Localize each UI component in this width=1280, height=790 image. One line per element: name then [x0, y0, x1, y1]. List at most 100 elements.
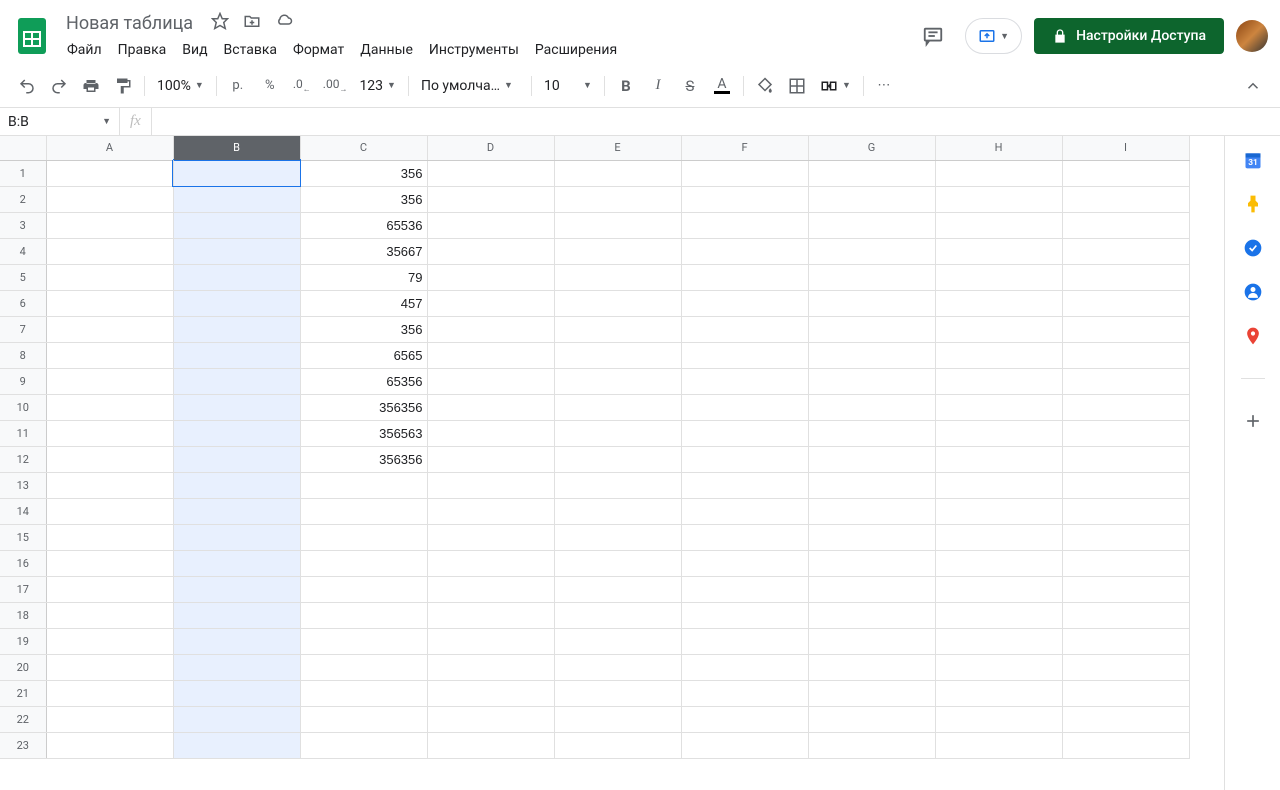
cell-D10[interactable] [427, 394, 554, 420]
cell-B12[interactable] [173, 446, 300, 472]
cell-A22[interactable] [46, 706, 173, 732]
cell-G3[interactable] [808, 212, 935, 238]
col-header-A[interactable]: A [46, 136, 173, 160]
cell-B3[interactable] [173, 212, 300, 238]
cell-E5[interactable] [554, 264, 681, 290]
cell-I13[interactable] [1062, 472, 1189, 498]
col-header-B[interactable]: B [173, 136, 300, 160]
cell-I6[interactable] [1062, 290, 1189, 316]
cell-E18[interactable] [554, 602, 681, 628]
cell-B18[interactable] [173, 602, 300, 628]
cell-I22[interactable] [1062, 706, 1189, 732]
cell-I3[interactable] [1062, 212, 1189, 238]
cell-E6[interactable] [554, 290, 681, 316]
cell-A23[interactable] [46, 732, 173, 758]
row-header-18[interactable]: 18 [0, 602, 46, 628]
cell-E16[interactable] [554, 550, 681, 576]
cell-E2[interactable] [554, 186, 681, 212]
calendar-icon[interactable]: 31 [1243, 150, 1263, 170]
cell-A1[interactable] [46, 160, 173, 186]
cell-G2[interactable] [808, 186, 935, 212]
cell-H3[interactable] [935, 212, 1062, 238]
number-format-dropdown[interactable]: 123▼ [353, 74, 402, 98]
cell-B22[interactable] [173, 706, 300, 732]
row-header-7[interactable]: 7 [0, 316, 46, 342]
cell-E4[interactable] [554, 238, 681, 264]
row-header-23[interactable]: 23 [0, 732, 46, 758]
cell-F20[interactable] [681, 654, 808, 680]
cell-A6[interactable] [46, 290, 173, 316]
cell-B21[interactable] [173, 680, 300, 706]
cell-B9[interactable] [173, 368, 300, 394]
row-header-10[interactable]: 10 [0, 394, 46, 420]
row-header-4[interactable]: 4 [0, 238, 46, 264]
font-dropdown[interactable]: По умолча…▼ [415, 74, 525, 98]
cell-G5[interactable] [808, 264, 935, 290]
cell-F6[interactable] [681, 290, 808, 316]
cell-I4[interactable] [1062, 238, 1189, 264]
cell-D4[interactable] [427, 238, 554, 264]
cell-G7[interactable] [808, 316, 935, 342]
cell-E23[interactable] [554, 732, 681, 758]
font-size-dropdown[interactable]: 10▼ [538, 74, 598, 98]
cell-E7[interactable] [554, 316, 681, 342]
cell-E19[interactable] [554, 628, 681, 654]
cell-C7[interactable]: 356 [300, 316, 427, 342]
cell-H23[interactable] [935, 732, 1062, 758]
cell-E8[interactable] [554, 342, 681, 368]
cell-I8[interactable] [1062, 342, 1189, 368]
cell-B6[interactable] [173, 290, 300, 316]
cell-G10[interactable] [808, 394, 935, 420]
cell-C18[interactable] [300, 602, 427, 628]
cell-E20[interactable] [554, 654, 681, 680]
cell-F19[interactable] [681, 628, 808, 654]
cell-C23[interactable] [300, 732, 427, 758]
more-button[interactable]: ⋯ [870, 71, 900, 101]
cell-C1[interactable]: 356 [300, 160, 427, 186]
col-header-G[interactable]: G [808, 136, 935, 160]
cell-I11[interactable] [1062, 420, 1189, 446]
cell-D22[interactable] [427, 706, 554, 732]
row-header-14[interactable]: 14 [0, 498, 46, 524]
cell-A12[interactable] [46, 446, 173, 472]
cell-E12[interactable] [554, 446, 681, 472]
cell-I2[interactable] [1062, 186, 1189, 212]
select-all-corner[interactable] [0, 136, 46, 160]
cell-B16[interactable] [173, 550, 300, 576]
cell-G23[interactable] [808, 732, 935, 758]
cell-H18[interactable] [935, 602, 1062, 628]
cell-H21[interactable] [935, 680, 1062, 706]
cell-A5[interactable] [46, 264, 173, 290]
cell-H14[interactable] [935, 498, 1062, 524]
cell-F16[interactable] [681, 550, 808, 576]
cell-C19[interactable] [300, 628, 427, 654]
cell-E22[interactable] [554, 706, 681, 732]
cell-B14[interactable] [173, 498, 300, 524]
cell-D14[interactable] [427, 498, 554, 524]
cell-B7[interactable] [173, 316, 300, 342]
cell-D16[interactable] [427, 550, 554, 576]
keep-icon[interactable] [1243, 194, 1263, 214]
comments-button[interactable] [913, 16, 953, 56]
grid[interactable]: ABCDEFGHI1356235636553643566757964577356… [0, 136, 1224, 790]
cell-I7[interactable] [1062, 316, 1189, 342]
menu-format[interactable]: Формат [286, 38, 351, 62]
cell-D5[interactable] [427, 264, 554, 290]
cell-B4[interactable] [173, 238, 300, 264]
cell-A20[interactable] [46, 654, 173, 680]
cell-D2[interactable] [427, 186, 554, 212]
row-header-20[interactable]: 20 [0, 654, 46, 680]
add-icon[interactable] [1243, 411, 1263, 431]
cell-H22[interactable] [935, 706, 1062, 732]
cell-D9[interactable] [427, 368, 554, 394]
cell-C3[interactable]: 65536 [300, 212, 427, 238]
menu-insert[interactable]: Вставка [217, 38, 284, 62]
cell-C13[interactable] [300, 472, 427, 498]
cell-E14[interactable] [554, 498, 681, 524]
cell-F7[interactable] [681, 316, 808, 342]
cell-A14[interactable] [46, 498, 173, 524]
cell-A13[interactable] [46, 472, 173, 498]
cell-C17[interactable] [300, 576, 427, 602]
cell-I19[interactable] [1062, 628, 1189, 654]
cell-D7[interactable] [427, 316, 554, 342]
